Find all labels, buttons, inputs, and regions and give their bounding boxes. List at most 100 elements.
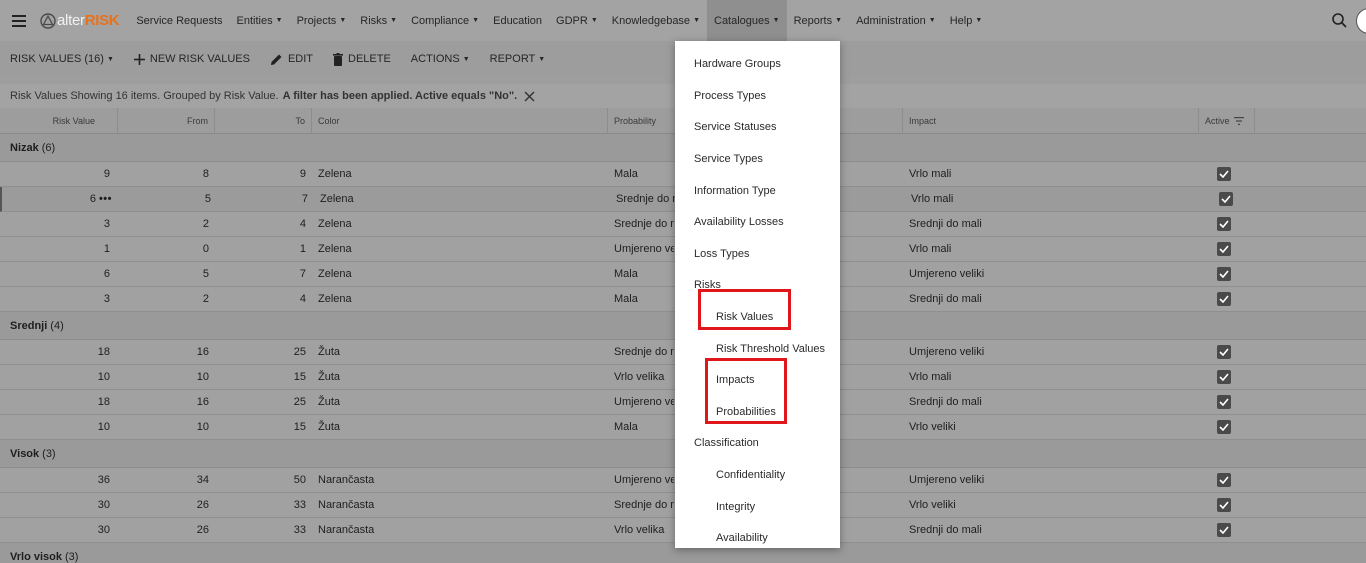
group-count: (6) (41, 141, 56, 154)
cell-probability: Mala (614, 421, 638, 433)
cell-impact: Vrlo mali (909, 243, 952, 255)
cell-probability: Vrlo velika (614, 524, 665, 536)
caret-down-icon: ▼ (772, 17, 780, 24)
checkbox-checked-icon[interactable] (1217, 420, 1231, 434)
group-count: (4) (50, 319, 64, 332)
delete-button[interactable]: DELETE (333, 52, 391, 66)
column-header-active[interactable]: Active (1199, 108, 1255, 134)
cell-probability: Srednje do mali (614, 346, 674, 358)
menu-item-risk-threshold-values[interactable]: Risk Threshold Values (716, 343, 825, 355)
column-header-impact[interactable]: Impact (903, 108, 1199, 134)
menu-item-confidentiality[interactable]: Confidentiality (716, 469, 785, 481)
menu-item-hardware-groups[interactable]: Hardware Groups (694, 58, 781, 70)
menu-icon[interactable] (0, 0, 38, 41)
cell-to: 33 (293, 524, 306, 536)
filter-applied-text: A filter has been applied. Active equals… (282, 90, 518, 102)
checkbox-checked-icon[interactable] (1217, 345, 1231, 359)
more-icon[interactable]: ••• (99, 193, 112, 205)
menu-item-risk-values[interactable]: Risk Values (716, 311, 773, 323)
risk-value-text: 1 (103, 243, 110, 255)
cell-risk-value: 10 (0, 415, 110, 439)
checkbox-checked-icon[interactable] (1217, 242, 1231, 256)
nav-item-education[interactable]: Education (486, 0, 549, 41)
checkbox-checked-icon[interactable] (1219, 192, 1233, 206)
column-header-label: From (187, 116, 208, 126)
nav-item-administration[interactable]: Administration ▼ (849, 0, 943, 41)
cell-probability: Mala (614, 293, 638, 305)
menu-item-process-types[interactable]: Process Types (694, 90, 766, 102)
nav-item-label: Entities (236, 14, 273, 27)
nav-item-risks[interactable]: Risks ▼ (353, 0, 404, 41)
checkbox-checked-icon[interactable] (1217, 395, 1231, 409)
edit-label: EDIT (287, 53, 313, 65)
checkbox-checked-icon[interactable] (1217, 217, 1231, 231)
column-header-color[interactable]: Color (312, 108, 608, 134)
nav-item-compliance[interactable]: Compliance ▼ (404, 0, 486, 41)
cell-probability: Umjereno veliki (614, 474, 674, 486)
logo-icon (40, 12, 56, 29)
edit-button[interactable]: EDIT (270, 53, 313, 66)
checkbox-checked-icon[interactable] (1217, 473, 1231, 487)
cell-to: 15 (293, 371, 306, 383)
search-icon[interactable] (1331, 12, 1348, 29)
group-count: (3) (64, 550, 79, 563)
menu-item-service-statuses[interactable]: Service Statuses (694, 121, 777, 133)
menu-item-availability[interactable]: Availability (716, 532, 768, 544)
menu-item-classification[interactable]: Classification (694, 437, 759, 449)
menu-item-service-types[interactable]: Service Types (694, 153, 763, 165)
cell-to: 4 (299, 293, 306, 305)
filter-icon[interactable] (1233, 117, 1244, 125)
menu-item-integrity[interactable]: Integrity (716, 501, 755, 513)
items-summary-text: Risk Values Showing 16 items. Grouped by… (10, 90, 279, 102)
cell-from: 34 (196, 474, 209, 486)
column-header-risk-value[interactable]: Risk Value (0, 108, 118, 134)
checkbox-checked-icon[interactable] (1217, 370, 1231, 384)
group-count: (3) (42, 447, 56, 460)
checkbox-checked-icon[interactable] (1217, 167, 1231, 181)
nav-item-help[interactable]: Help ▼ (943, 0, 990, 41)
cell-active (1217, 365, 1233, 389)
cell-to: 25 (293, 396, 306, 408)
checkbox-checked-icon[interactable] (1217, 267, 1231, 281)
nav-item-knowledgebase[interactable]: Knowledgebase ▼ (605, 0, 707, 41)
caret-down-icon: ▼ (538, 55, 546, 63)
risk-value-text: 3 (103, 293, 110, 305)
report-dropdown[interactable]: REPORT ▼ (490, 53, 546, 65)
checkbox-checked-icon[interactable] (1217, 523, 1231, 537)
menu-item-probabilities[interactable]: Probabilities (716, 406, 776, 418)
nav-item-service-requests[interactable]: Service Requests (129, 0, 229, 41)
caret-down-icon: ▼ (390, 17, 398, 24)
cell-to: 50 (293, 474, 306, 486)
menu-item-availability-losses[interactable]: Availability Losses (694, 216, 784, 228)
close-icon[interactable] (524, 91, 535, 102)
checkbox-checked-icon[interactable] (1217, 498, 1231, 512)
column-header-label: To (295, 116, 305, 126)
checkbox-checked-icon[interactable] (1217, 292, 1231, 306)
app-logo[interactable]: alterRISK (40, 12, 120, 29)
trash-icon (333, 52, 343, 66)
cell-risk-value: 6 ••• (2, 187, 112, 211)
nav-item-projects[interactable]: Projects ▼ (290, 0, 354, 41)
nav-item-gdpr[interactable]: GDPR ▼ (549, 0, 605, 41)
nav-item-catalogues[interactable]: Catalogues ▼ (707, 0, 787, 41)
nav-item-label: Education (493, 14, 543, 27)
cell-impact: Vrlo mali (911, 193, 954, 205)
menu-item-risks[interactable]: Risks (694, 279, 721, 291)
risk-values-view-dropdown[interactable]: RISK VALUES (16) ▼ (10, 53, 114, 65)
cell-from: 26 (196, 524, 209, 536)
nav-item-reports[interactable]: Reports ▼ (787, 0, 849, 41)
new-risk-values-button[interactable]: NEW RISK VALUES (133, 53, 250, 65)
menu-item-impacts[interactable]: Impacts (716, 374, 755, 386)
caret-down-icon: ▼ (472, 17, 480, 24)
column-header-from[interactable]: From (118, 108, 215, 134)
avatar[interactable] (1356, 8, 1366, 34)
cell-impact: Umjereno veliki (909, 346, 985, 358)
cell-risk-value: 30 (0, 518, 110, 542)
menu-item-loss-types[interactable]: Loss Types (694, 248, 749, 260)
column-header-to[interactable]: To (215, 108, 312, 134)
risk-value-text: 36 (97, 474, 110, 486)
nav-item-entities[interactable]: Entities ▼ (230, 0, 290, 41)
menu-item-information-type[interactable]: Information Type (694, 185, 776, 197)
actions-dropdown[interactable]: ACTIONS ▼ (411, 53, 470, 65)
cell-impact: Vrlo veliki (909, 499, 956, 511)
